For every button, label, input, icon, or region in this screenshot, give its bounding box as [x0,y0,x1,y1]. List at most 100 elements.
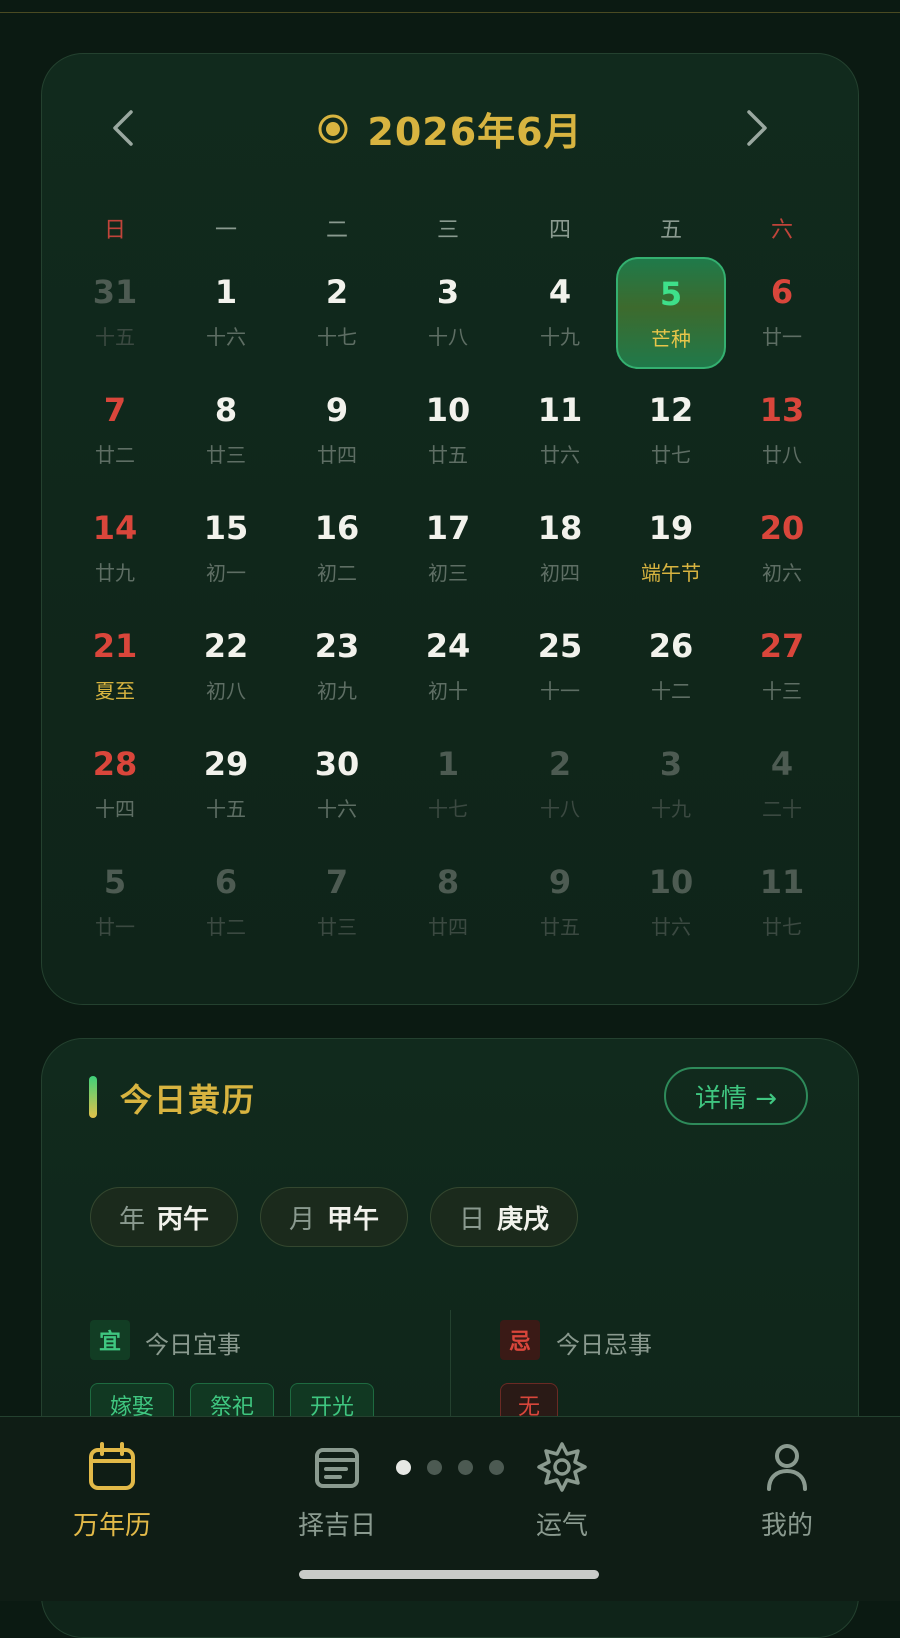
day-number: 3 [659,745,683,783]
day-number: 8 [436,863,460,901]
nav-tab-calendar[interactable]: 万年历 [42,1437,182,1542]
lunar-date: 初八 [206,679,246,703]
lunar-date: 十五 [206,797,246,821]
day-number: 16 [314,509,360,547]
lunar-date: 廿七 [651,443,691,467]
lunar-date: 十七 [428,797,468,821]
calendar-day[interactable]: 1 十七 [393,729,503,841]
calendar-day[interactable]: 12 廿七 [616,375,726,487]
lunar-date: 廿五 [428,443,468,467]
calendar-day[interactable]: 13 廿八 [727,375,837,487]
calendar-day[interactable]: 3 十八 [393,257,503,369]
day-number: 24 [425,627,471,665]
calendar-day[interactable]: 9 廿五 [505,847,615,959]
calendar-day[interactable]: 22 初八 [171,611,281,723]
lunar-date: 十八 [540,797,580,821]
calendar-day[interactable]: 24 初十 [393,611,503,723]
calendar-day[interactable]: 10 廿五 [393,375,503,487]
calendar-day[interactable]: 2 十七 [282,257,392,369]
calendar-day[interactable]: 11 廿七 [727,847,837,959]
day-number: 5 [659,275,683,313]
calendar-day[interactable]: 7 廿三 [282,847,392,959]
calendar-day[interactable]: 17 初三 [393,493,503,605]
calendar-day[interactable]: 21 夏至 [60,611,170,723]
lunar-date: 廿三 [317,915,357,939]
ji-label: 今日忌事 [556,1331,652,1359]
lunar-date: 芒种 [651,327,691,351]
page-indicator [396,1460,504,1475]
month-title-row[interactable]: 2026年6月 [0,101,900,156]
day-number: 11 [537,391,583,429]
lunar-date: 十四 [95,797,135,821]
page-dot-active [396,1460,411,1475]
nav-tab-auspicious-day[interactable]: 择吉日 [267,1437,407,1542]
calendar-day[interactable]: 4 二十 [727,729,837,841]
day-number: 29 [203,745,249,783]
day-number: 1 [436,745,460,783]
target-dot-icon [318,114,348,143]
calendar-day[interactable]: 11 廿六 [505,375,615,487]
detail-button[interactable]: 详情 → [664,1067,808,1125]
calendar-day[interactable]: 2 十八 [505,729,615,841]
calendar-day[interactable]: 6 廿一 [727,257,837,369]
day-number: 27 [759,627,805,665]
calendar-day[interactable]: 31 十五 [60,257,170,369]
calendar-day[interactable]: 20 初六 [727,493,837,605]
weekday-label: 一 [214,218,237,243]
calendar-day[interactable]: 14 廿九 [60,493,170,605]
calendar-day[interactable]: 27 十三 [727,611,837,723]
lunar-date: 初二 [317,561,357,585]
nav-label: 万年历 [72,1511,151,1541]
calendar-day[interactable]: 8 廿三 [171,375,281,487]
calendar-day[interactable]: 19 端午节 [616,493,726,605]
home-indicator[interactable] [299,1570,599,1579]
lunar-date: 廿一 [95,915,135,939]
calendar-day[interactable]: 5 廿一 [60,847,170,959]
calendar-day[interactable]: 7 廿二 [60,375,170,487]
ganzhi-month-key: 月 [288,1204,315,1235]
calendar-day-selected[interactable]: 5 芒种 [616,257,726,369]
detail-button-label: 详情 → [694,1083,778,1114]
calendar-day[interactable]: 30 十六 [282,729,392,841]
lunar-date: 廿二 [206,915,246,939]
day-number: 11 [759,863,805,901]
calendar-day[interactable]: 10 廿六 [616,847,726,959]
day-number: 10 [425,391,471,429]
lunar-date: 廿六 [540,443,580,467]
calendar-day[interactable]: 16 初二 [282,493,392,605]
day-number: 20 [759,509,805,547]
calendar-day[interactable]: 23 初九 [282,611,392,723]
ganzhi-day-pill: 日 庚戌 [430,1187,578,1247]
weekday-label: 日 [103,218,126,243]
calendar-day[interactable]: 18 初四 [505,493,615,605]
calendar-day[interactable]: 4 十九 [505,257,615,369]
page-dot [458,1460,473,1475]
almanac-title: 今日黄历 [120,1081,257,1119]
day-number: 7 [103,391,127,429]
calendar-day[interactable]: 26 十二 [616,611,726,723]
day-number: 4 [548,273,572,311]
lunar-date: 初四 [540,561,580,585]
nav-tab-fortune[interactable]: 运气 [492,1437,632,1542]
calendar-select-icon [315,1448,359,1488]
day-number: 6 [770,273,794,311]
lunar-date: 初六 [762,561,802,585]
calendar-day[interactable]: 6 廿二 [171,847,281,959]
lunar-date: 十一 [540,679,580,703]
calendar-day[interactable]: 15 初一 [171,493,281,605]
day-number: 30 [314,745,360,783]
nav-label: 运气 [535,1511,588,1541]
day-number: 10 [648,863,694,901]
calendar-day[interactable]: 25 十一 [505,611,615,723]
calendar-day[interactable]: 9 廿四 [282,375,392,487]
calendar-day[interactable]: 8 廿四 [393,847,503,959]
day-number: 13 [759,391,805,429]
calendar-day[interactable]: 3 十九 [616,729,726,841]
calendar-day[interactable]: 28 十四 [60,729,170,841]
yi-badge: 宜 [90,1320,130,1360]
day-number: 3 [436,273,460,311]
status-bar-edge [0,0,900,13]
calendar-day[interactable]: 1 十六 [171,257,281,369]
nav-tab-profile[interactable]: 我的 [717,1437,857,1542]
calendar-day[interactable]: 29 十五 [171,729,281,841]
